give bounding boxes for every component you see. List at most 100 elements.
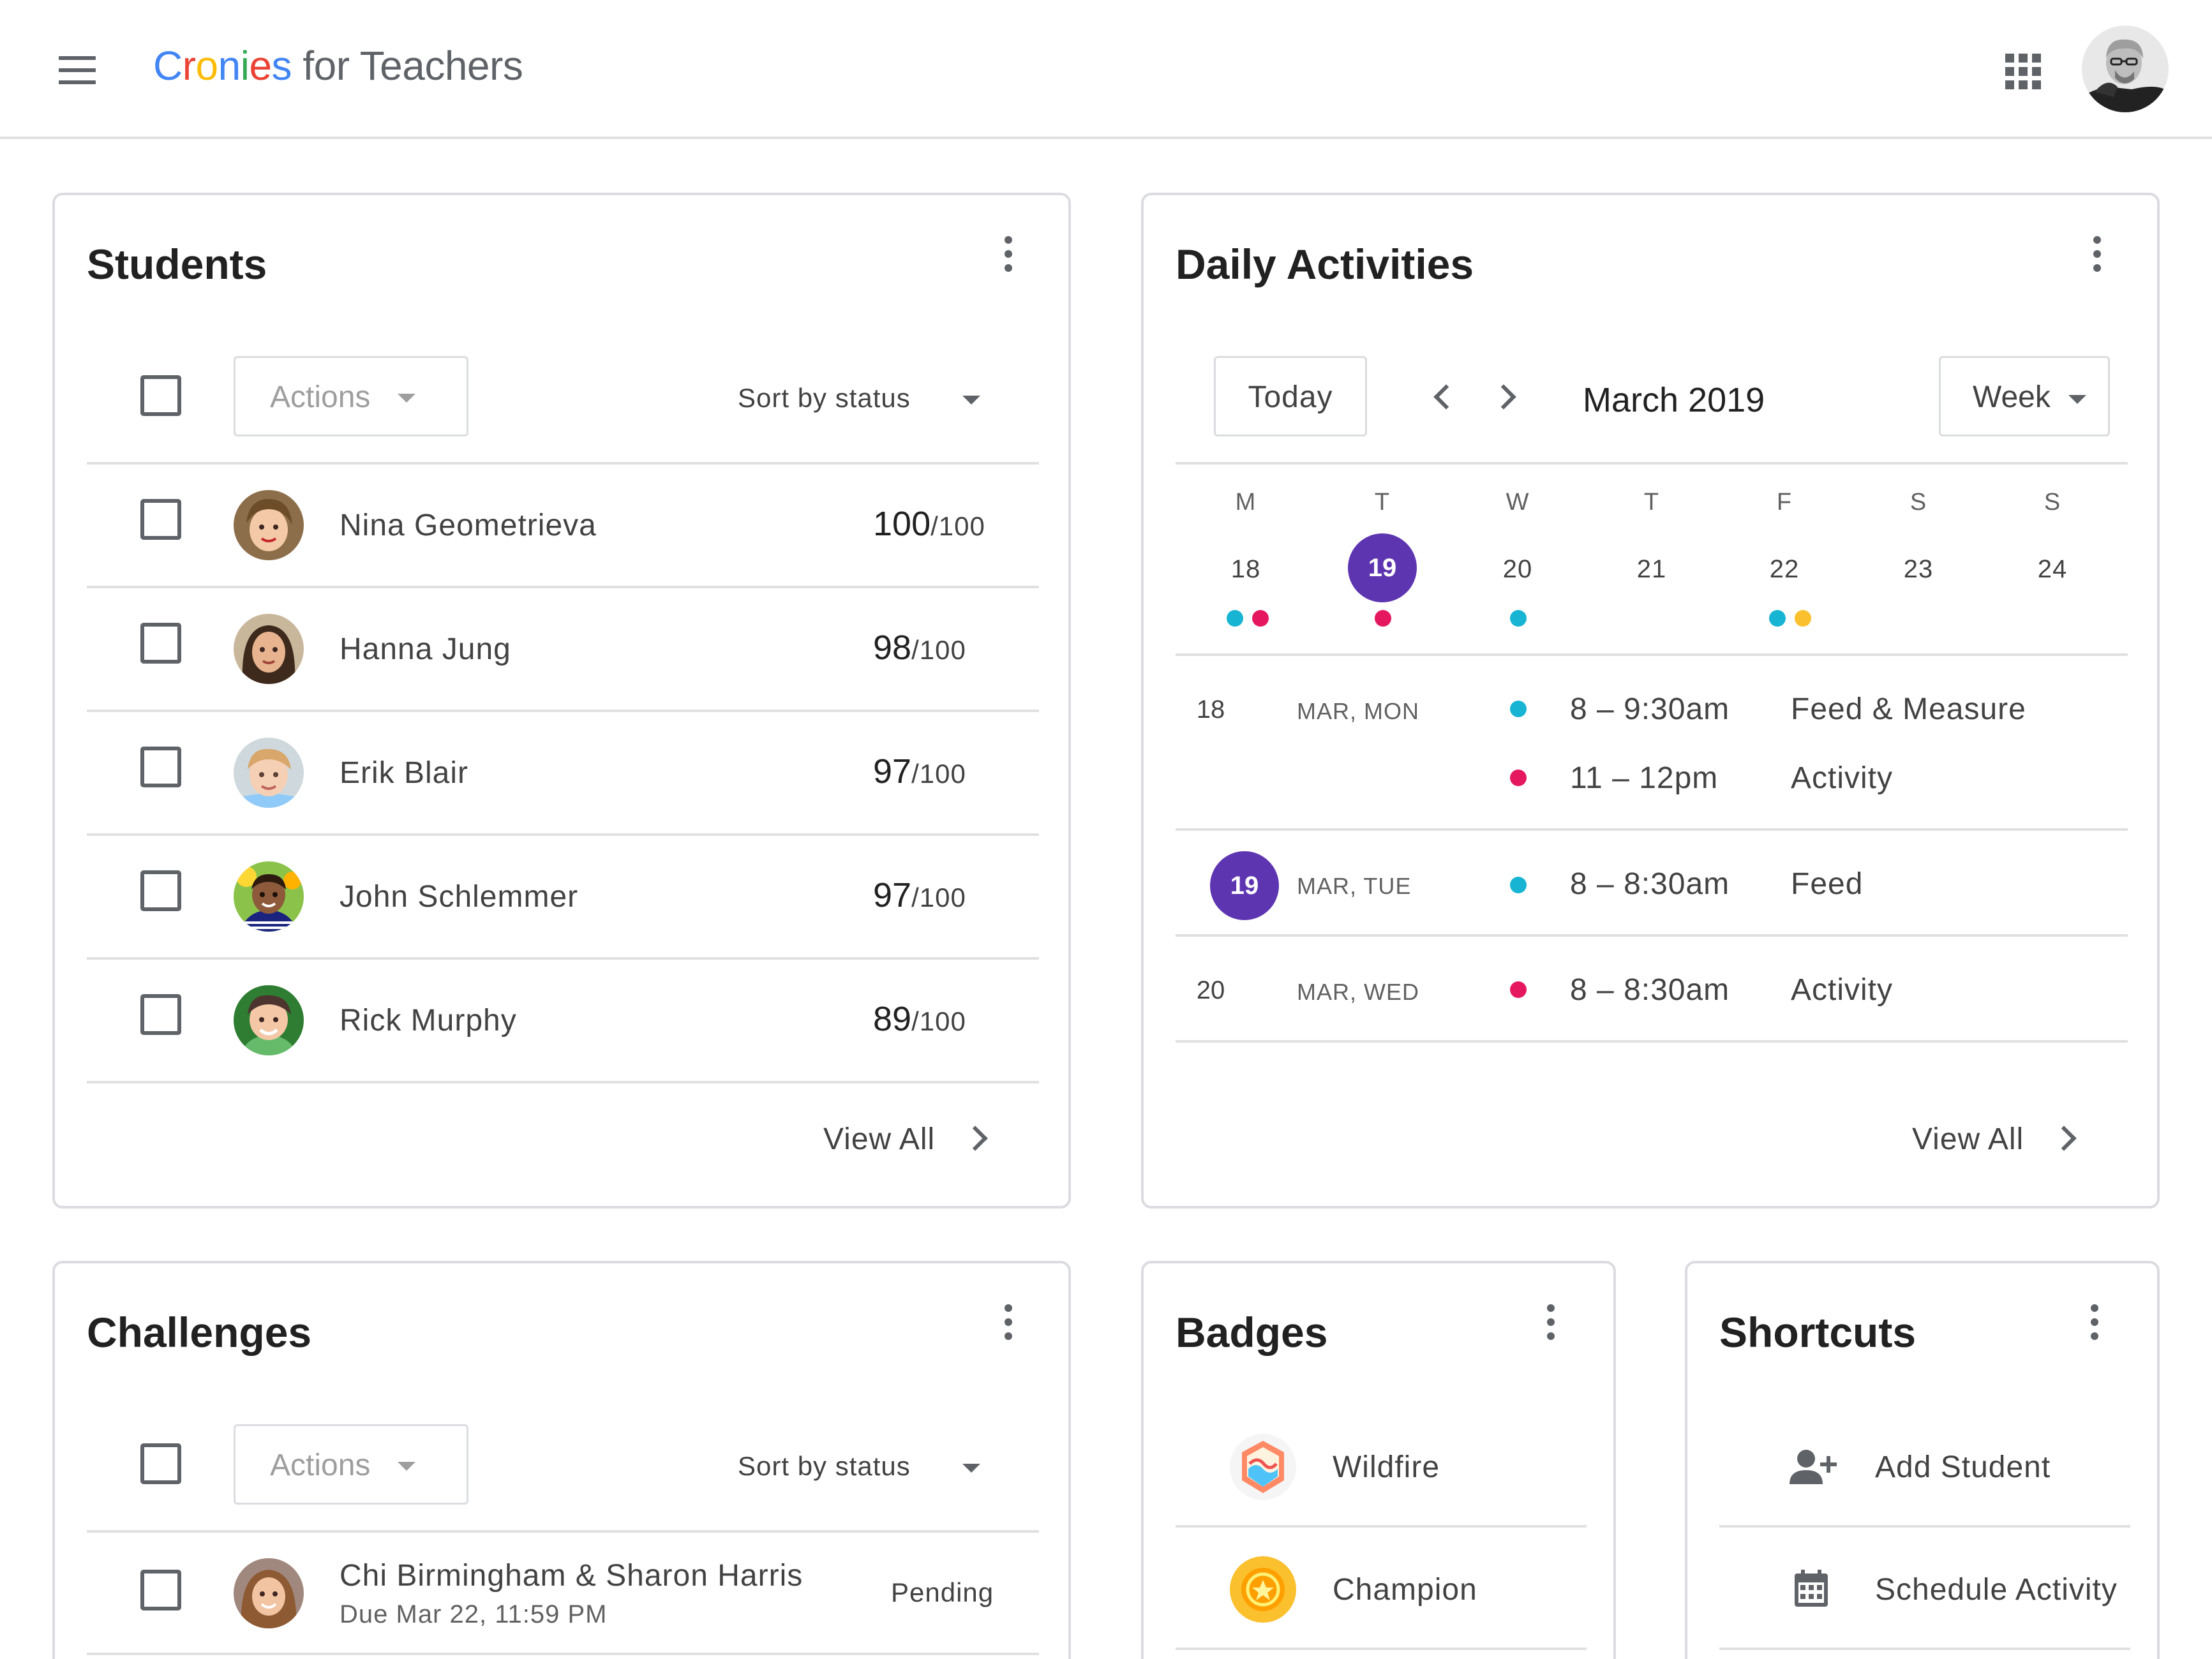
badges-card: Badges Wildfire Champion [1141, 1261, 1616, 1659]
chevron-right-icon[interactable] [2051, 1126, 2077, 1151]
calendar-day[interactable]: 21 [1613, 555, 1690, 584]
shortcuts-title: Shortcuts [1719, 1309, 1917, 1356]
sort-by-status-dropdown[interactable]: Sort by status [738, 383, 911, 413]
event-time: 8 – 9:30am [1570, 692, 1730, 726]
event-time: 11 – 12pm [1570, 761, 1719, 795]
more-vert-icon[interactable] [996, 1304, 1021, 1349]
badge-label[interactable]: Champion [1333, 1572, 1477, 1607]
menu-icon[interactable] [59, 56, 96, 84]
view-all-activities-link[interactable]: View All [1912, 1122, 2024, 1157]
month-label: March 2019 [1583, 381, 1765, 419]
shortcut-label[interactable]: Add Student [1875, 1450, 2051, 1485]
student-checkbox[interactable] [140, 870, 181, 911]
challenge-avatar [234, 1558, 304, 1628]
event-day-selected: 19 [1210, 851, 1279, 920]
shortcut-label[interactable]: Schedule Activity [1875, 1572, 2118, 1607]
event-time: 8 – 8:30am [1570, 973, 1730, 1007]
event-dot [1510, 981, 1527, 998]
weekday-label: S [2044, 489, 2061, 516]
divider [1719, 1648, 2130, 1650]
weekday-label: T [1374, 489, 1391, 516]
student-checkbox[interactable] [140, 994, 181, 1035]
chevron-down-icon[interactable] [962, 1464, 980, 1473]
student-name[interactable]: Nina Geometrieva [340, 508, 597, 543]
student-checkbox[interactable] [140, 499, 181, 540]
view-all-students-link[interactable]: View All [823, 1122, 935, 1157]
student-avatar [234, 490, 304, 560]
student-name[interactable]: Erik Blair [340, 755, 468, 791]
event-date-label: MAR, MON [1297, 698, 1419, 724]
weekday-label: T [1643, 489, 1660, 516]
select-all-checkbox[interactable] [140, 1443, 181, 1484]
calendar-day[interactable]: 24 [2014, 555, 2091, 584]
calendar-day[interactable]: 23 [1880, 555, 1957, 584]
daily-activities-title: Daily Activities [1176, 241, 1474, 288]
calendar-icon[interactable] [1795, 1570, 1828, 1607]
calendar-day-selected[interactable]: 19 [1348, 533, 1417, 602]
student-name[interactable]: Hanna Jung [340, 632, 511, 667]
challenges-card: Challenges Actions Sort by status Chi Bi… [52, 1261, 1071, 1659]
challenge-name[interactable]: Chi Birmingham & Sharon Harris [340, 1558, 803, 1593]
more-vert-icon[interactable] [996, 236, 1021, 281]
event-date-label: MAR, TUE [1297, 873, 1412, 899]
event-dot [1510, 701, 1527, 717]
divider [87, 462, 1039, 465]
divider [1176, 934, 2128, 937]
champion-badge-icon [1228, 1554, 1298, 1625]
actions-dropdown[interactable]: Actions [234, 1424, 468, 1505]
badge-label[interactable]: Wildfire [1333, 1450, 1440, 1485]
select-all-checkbox[interactable] [140, 375, 181, 416]
event-title[interactable]: Activity [1791, 972, 1893, 1008]
actions-label: Actions [270, 380, 371, 414]
chevron-right-icon[interactable] [962, 1126, 988, 1151]
app-bar: Cronies for Teachers [0, 0, 2212, 139]
weekday-label: F [1776, 489, 1793, 516]
chevron-down-icon[interactable] [962, 396, 980, 405]
more-vert-icon[interactable] [2082, 1304, 2107, 1349]
event-dot [1769, 610, 1786, 627]
divider [1176, 828, 2128, 831]
daily-activities-card: Daily Activities Today March 2019 Week M… [1141, 193, 2160, 1209]
today-button[interactable]: Today [1214, 356, 1367, 436]
event-dot [1510, 770, 1527, 786]
calendar-day[interactable]: 20 [1479, 555, 1556, 584]
divider [1176, 462, 2128, 465]
user-avatar[interactable] [2082, 26, 2169, 112]
shortcuts-card: Shortcuts Add Student Schedule Activity [1685, 1261, 2160, 1659]
add-person-icon[interactable] [1790, 1447, 1838, 1485]
students-card: Students Actions Sort by status Nina Geo… [52, 193, 1071, 1209]
weekday-label: M [1235, 489, 1257, 516]
event-day-number: 20 [1196, 976, 1225, 1004]
apps-grid-icon[interactable] [2005, 54, 2041, 89]
student-name[interactable]: Rick Murphy [340, 1003, 517, 1038]
student-score: 100/100 [873, 505, 985, 543]
calendar-day[interactable]: 18 [1207, 555, 1284, 584]
student-name[interactable]: John Schlemmer [340, 879, 578, 914]
sort-by-status-dropdown[interactable]: Sort by status [738, 1451, 911, 1482]
next-week-icon[interactable] [1491, 384, 1516, 410]
challenge-due-date: Due Mar 22, 11:59 PM [340, 1600, 608, 1628]
view-mode-dropdown[interactable]: Week [1939, 356, 2110, 436]
challenge-checkbox[interactable] [140, 1570, 181, 1611]
student-avatar [234, 738, 304, 808]
more-vert-icon[interactable] [2084, 236, 2110, 281]
divider [87, 586, 1039, 588]
student-avatar [234, 985, 304, 1055]
event-dot [1227, 610, 1243, 627]
divider [87, 957, 1039, 960]
student-checkbox[interactable] [140, 623, 181, 664]
actions-dropdown[interactable]: Actions [234, 356, 468, 436]
previous-week-icon[interactable] [1433, 384, 1459, 410]
app-logo[interactable]: Cronies for Teachers [153, 42, 523, 89]
event-dot [1375, 610, 1391, 627]
student-score: 97/100 [873, 752, 966, 791]
calendar-day[interactable]: 22 [1746, 555, 1823, 584]
more-vert-icon[interactable] [1538, 1304, 1564, 1349]
event-dot [1510, 877, 1527, 893]
event-title[interactable]: Feed & Measure [1791, 692, 2026, 727]
student-checkbox[interactable] [140, 747, 181, 787]
event-title[interactable]: Feed [1791, 867, 1863, 902]
event-title[interactable]: Activity [1791, 761, 1893, 796]
weekday-label: S [1909, 489, 1927, 516]
divider [1719, 1525, 2130, 1528]
